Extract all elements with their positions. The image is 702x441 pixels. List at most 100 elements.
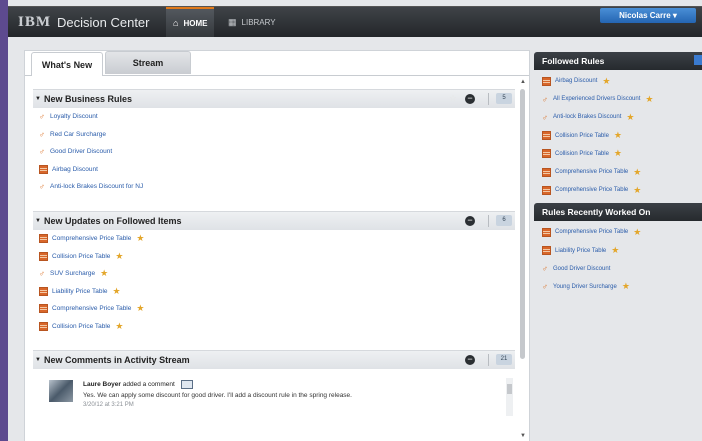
list-item[interactable]: Comprehensive Price Table ★: [534, 223, 702, 241]
list-item[interactable]: Collision Price Table ★: [534, 127, 702, 145]
list-item[interactable]: Collision Price Table ★: [33, 248, 515, 266]
section-activity-comments: ▼ New Comments in Activity Stream − 21 L…: [33, 350, 515, 441]
tab-stream[interactable]: Stream: [105, 51, 191, 74]
nav-tab-library[interactable]: ▦ LIBRARY: [221, 7, 283, 37]
minus-circle-icon[interactable]: −: [465, 355, 475, 365]
section-header[interactable]: ▼ New Comments in Activity Stream − 21: [33, 350, 515, 369]
list-item[interactable]: Liability Price Table ★: [534, 242, 702, 260]
recent-rules-list: Comprehensive Price Table ★ Liability Pri…: [534, 221, 702, 296]
panel-scrollbar[interactable]: ▲ ▼: [519, 79, 527, 439]
comment-timestamp: 3/20/12 at 3:21 PM: [83, 402, 134, 408]
item-label: Anti-lock Brakes Discount for NJ: [50, 183, 144, 191]
star-icon[interactable]: ★: [614, 130, 622, 141]
item-label: Airbag Discount: [52, 165, 98, 173]
list-item[interactable]: Comprehensive Price Table ★: [534, 181, 702, 199]
list-item[interactable]: Collision Price Table ★: [534, 145, 702, 163]
comment-text: Yes. We can apply some discount for good…: [83, 392, 352, 399]
list-item[interactable]: ♂ Good Driver Discount: [534, 260, 702, 278]
count-badge: 5: [496, 93, 512, 104]
item-label: Comprehensive Price Table: [555, 187, 629, 194]
star-icon[interactable]: ★: [622, 281, 630, 292]
star-icon[interactable]: ★: [115, 251, 123, 262]
followed-rules-header: Followed Rules: [534, 52, 702, 70]
list-item[interactable]: ♂ Good Driver Discount: [33, 143, 515, 161]
star-icon[interactable]: ★: [645, 94, 653, 105]
star-icon[interactable]: ★: [614, 148, 622, 159]
tab-whats-new[interactable]: What's New: [31, 52, 103, 76]
list-item[interactable]: ♂ Young Driver Surcharge ★: [534, 278, 702, 296]
collapse-arrow-icon[interactable]: ▼: [35, 218, 41, 224]
decision-table-icon: [39, 234, 48, 244]
star-icon[interactable]: ★: [633, 227, 641, 238]
comment-entry: Laure Boyer added a comment Yes. We can …: [41, 372, 515, 416]
list-item[interactable]: ♂ SUV Surcharge ★: [33, 265, 515, 283]
brand: IBM Decision Center: [18, 14, 150, 30]
home-icon: ⌂: [173, 18, 179, 28]
list-item[interactable]: ♂ Red Car Surcharge: [33, 126, 515, 144]
section-header[interactable]: ▼ New Business Rules ☆ − 5: [33, 89, 515, 108]
star-icon[interactable]: ★: [602, 76, 610, 87]
scroll-up-icon[interactable]: ▲: [519, 79, 527, 85]
item-label: Good Driver Discount: [50, 148, 113, 156]
nav-tab-home[interactable]: ⌂ HOME: [166, 7, 215, 37]
minus-circle-icon[interactable]: −: [465, 94, 475, 104]
decision-table-icon: [39, 164, 48, 174]
comment-scrollbar[interactable]: [506, 378, 513, 416]
collapse-arrow-icon[interactable]: ▼: [35, 96, 41, 102]
star-icon[interactable]: ★: [100, 268, 108, 279]
scroll-down-icon[interactable]: ▼: [519, 433, 527, 439]
item-label: Anti-lock Brakes Discount: [553, 114, 622, 121]
list-item[interactable]: Airbag Discount ★: [534, 72, 702, 90]
list-item[interactable]: ♂ Loyalty Discount: [33, 108, 515, 126]
star-icon[interactable]: ★: [626, 112, 634, 123]
decision-table-icon: [542, 246, 551, 256]
app-title: Decision Center: [57, 14, 150, 30]
scroll-thumb[interactable]: [507, 384, 512, 394]
collapse-arrow-icon[interactable]: ▼: [35, 357, 41, 363]
comment-icon: [180, 380, 193, 389]
list-item[interactable]: Comprehensive Price Table ★: [534, 163, 702, 181]
list-item[interactable]: ♂ Anti-lock Brakes Discount ★: [534, 108, 702, 126]
star-icon[interactable]: ★: [115, 321, 123, 332]
panel-menu-icon[interactable]: [694, 55, 702, 65]
user-menu-button[interactable]: Nicolas Carre ▾: [600, 8, 696, 23]
item-label: Collision Price Table: [52, 252, 111, 260]
list-item[interactable]: Collision Price Table ★: [33, 318, 515, 336]
item-label: SUV Surcharge: [50, 270, 96, 278]
decision-table-icon: [39, 286, 48, 296]
followed-rules-list: Airbag Discount ★ ♂ All Experienced Driver…: [534, 70, 702, 199]
list-item[interactable]: Comprehensive Price Table ★: [33, 230, 515, 248]
star-icon[interactable]: ★: [611, 245, 619, 256]
list-item[interactable]: ♂ Anti-lock Brakes Discount for NJ: [33, 178, 515, 196]
recent-rules-header: Rules Recently Worked On: [534, 203, 702, 222]
decision-table-icon: [542, 167, 551, 177]
right-sidebar: Followed Rules Airbag Discount ★ ♂ All Exp…: [534, 52, 702, 441]
star-outline-icon[interactable]: ☆: [449, 93, 457, 104]
scroll-thumb[interactable]: [520, 89, 525, 359]
app-window: IBM Decision Center ⌂ HOME ▦ LIBRARY Nic…: [8, 0, 702, 441]
section-header[interactable]: ▼ New Updates on Followed Items − 6: [33, 211, 515, 230]
list-item[interactable]: Comprehensive Price Table ★: [33, 300, 515, 318]
star-icon[interactable]: ★: [633, 185, 641, 196]
minus-circle-icon[interactable]: −: [465, 216, 475, 226]
rule-icon: ♂: [39, 269, 45, 279]
panel-title: Followed Rules: [542, 56, 605, 66]
item-label: Liability Price Table: [52, 287, 108, 295]
comment-author[interactable]: Laure Boyer: [83, 381, 121, 388]
top-bar: IBM Decision Center ⌂ HOME ▦ LIBRARY Nic…: [8, 6, 702, 37]
rule-icon: ♂: [39, 182, 45, 192]
star-icon[interactable]: ★: [136, 303, 144, 314]
list-item[interactable]: Liability Price Table ★: [33, 283, 515, 301]
rule-icon: ♂: [39, 147, 45, 157]
list-item[interactable]: ♂ All Experienced Drivers Discount ★: [534, 90, 702, 108]
panel-title: Rules Recently Worked On: [542, 207, 651, 218]
star-icon[interactable]: ★: [113, 286, 121, 297]
star-icon[interactable]: ★: [633, 167, 641, 178]
item-label: Red Car Surcharge: [50, 130, 106, 138]
update-list: Comprehensive Price Table ★ Collision Pri…: [33, 230, 515, 335]
decision-table-icon: [542, 149, 551, 159]
ibm-logo: IBM: [18, 13, 51, 30]
item-label: Loyalty Discount: [50, 113, 98, 121]
list-item[interactable]: Airbag Discount: [33, 161, 515, 179]
star-icon[interactable]: ★: [136, 233, 144, 244]
